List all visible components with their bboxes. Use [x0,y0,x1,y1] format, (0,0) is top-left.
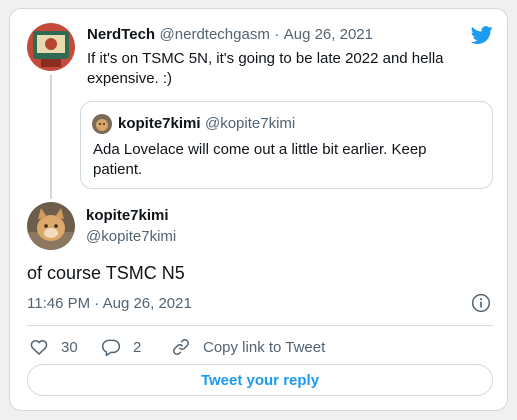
main-tweet-text: of course TSMC N5 [27,263,185,283]
parent-date[interactable]: Aug 26, 2021 [284,26,373,43]
copy-link-button[interactable]: Copy link to Tweet [171,336,325,358]
heart-icon [30,340,48,355]
main-author-handle[interactable]: @kopite7kimi [86,228,176,245]
reply-bubble-icon [101,339,121,357]
copy-link-label: Copy link to Tweet [203,338,326,356]
nerdtech-avatar[interactable] [27,23,75,71]
quoted-tweet[interactable]: kopite7kimi @kopite7kimi Ada Lovelace wi… [80,101,493,189]
parent-separator: · [274,26,280,43]
embedded-tweet-card: NerdTech @nerdtechgasm · Aug 26, 2021 If… [9,8,508,411]
kopite7kimi-avatar[interactable] [27,202,75,250]
main-author-name[interactable]: kopite7kimi [86,207,169,224]
reply-count: 2 [133,338,142,356]
reply-button[interactable]: 2 [101,336,141,358]
like-count: 30 [61,338,78,356]
quoted-tweet-text: Ada Lovelace will come out a little bit … [93,141,427,178]
twitter-bird-icon[interactable] [471,24,493,46]
parent-author-name[interactable]: NerdTech [87,26,155,43]
divider [27,325,493,326]
parent-tweet-text: If it's on TSMC 5N, it's going to be lat… [87,50,444,87]
tweet-timestamp[interactable]: 11:46 PM · Aug 26, 2021 [27,295,192,312]
quoted-author-avatar [92,114,112,134]
thread-connector-line [50,75,52,199]
quoted-author-handle: @kopite7kimi [204,115,296,132]
quoted-author-name: kopite7kimi [118,115,201,132]
parent-author-handle[interactable]: @nerdtechgasm [160,26,270,43]
link-icon [173,339,189,355]
info-icon[interactable] [471,293,491,313]
tweet-actions: 30 2 Copy link to Tweet [27,336,497,358]
tweet-your-reply-button[interactable]: Tweet your reply [27,364,493,396]
quoted-tweet-header: kopite7kimi @kopite7kimi [118,115,295,133]
like-button[interactable]: 30 [29,336,78,358]
parent-tweet-header: NerdTech @nerdtechgasm · Aug 26, 2021 [87,26,373,44]
